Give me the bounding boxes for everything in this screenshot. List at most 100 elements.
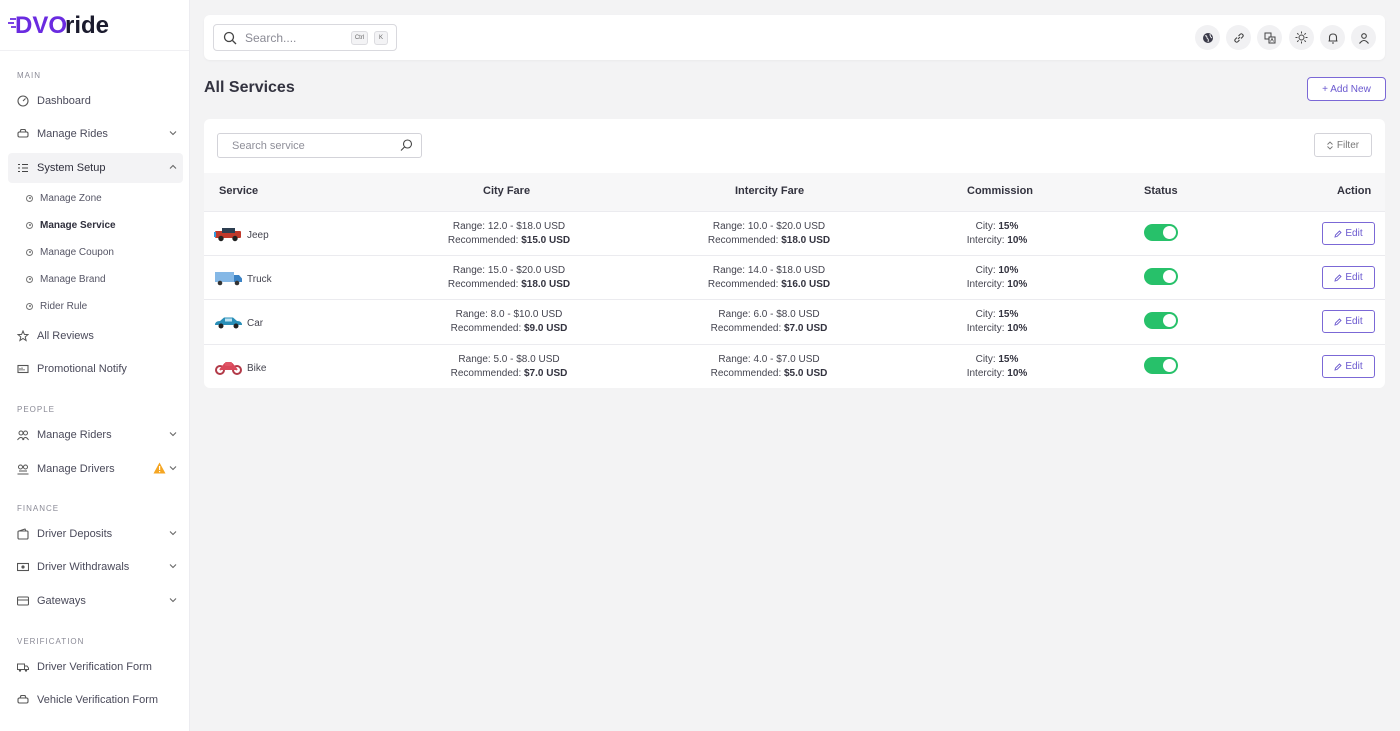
edit-button[interactable]: Edit	[1322, 222, 1375, 245]
jeep-icon	[214, 226, 243, 245]
table-row: Bike Range: 5.0 - $8.0 USD Recommended: …	[204, 344, 1385, 388]
commission-cell: City: 15% Intercity: 10%	[947, 308, 1047, 336]
sidebar-item-gateways[interactable]: Gateways	[8, 586, 183, 616]
city-range: 8.0 - $10.0 USD	[490, 309, 563, 320]
filter-button[interactable]: Filter	[1314, 133, 1372, 157]
sidebar-item-label: Promotional Notify	[37, 363, 127, 375]
add-new-button[interactable]: + Add New	[1307, 77, 1386, 101]
service-name: Bike	[247, 363, 267, 374]
table-row: Truck Range: 15.0 - $20.0 USD Recommende…	[204, 255, 1385, 299]
car-icon	[17, 694, 29, 706]
sidebar-subitem-manage-brand[interactable]: Manage Brand	[26, 269, 106, 289]
status-toggle[interactable]	[1144, 224, 1178, 241]
search-icon[interactable]	[400, 139, 413, 155]
kbd-ctrl: Ctrl	[351, 31, 368, 45]
circle-dot-icon	[26, 275, 33, 283]
status-toggle[interactable]	[1144, 312, 1178, 329]
sidebar-item-all-reviews[interactable]: All Reviews	[8, 321, 183, 351]
circle-dot-icon	[26, 221, 33, 229]
edit-button[interactable]: Edit	[1322, 266, 1375, 289]
commission-city: 15%	[998, 354, 1019, 365]
bell-icon[interactable]	[1320, 25, 1345, 50]
sort-icon	[1327, 140, 1333, 150]
sidebar-item-manage-riders[interactable]: Manage Riders	[8, 420, 183, 450]
chevron-down-icon	[168, 463, 178, 476]
status-toggle[interactable]	[1144, 357, 1178, 374]
sidebar-item-manage-drivers[interactable]: Manage Drivers	[8, 454, 183, 484]
link-icon[interactable]	[1226, 25, 1251, 50]
status-toggle[interactable]	[1144, 268, 1178, 285]
intercity-label: Intercity:	[966, 279, 1008, 290]
sidebar-item-driver-withdrawals[interactable]: Driver Withdrawals	[8, 552, 183, 582]
section-finance: FINANCE	[17, 504, 60, 513]
user-icon[interactable]	[1351, 25, 1376, 50]
commission-city: 10%	[998, 265, 1019, 276]
range-label: Range:	[458, 354, 494, 365]
range-label: Range:	[452, 221, 488, 232]
sun-icon[interactable]	[1289, 25, 1314, 50]
brand-logo[interactable]: DVO ride	[0, 0, 189, 51]
global-search[interactable]: Search.... Ctrl K	[213, 24, 397, 51]
recommended-label: Recommended:	[450, 323, 524, 334]
intercity-label: Intercity:	[966, 323, 1008, 334]
sidebar-item-label: Driver Deposits	[37, 528, 113, 540]
range-label: Range:	[712, 221, 748, 232]
service-cell: Truck	[214, 270, 272, 289]
dashboard-icon	[17, 95, 29, 107]
header-service: Service	[219, 185, 259, 197]
sidebar-item-label: Manage Riders	[37, 429, 112, 441]
card-icon	[17, 595, 29, 607]
commission-cell: City: 10% Intercity: 10%	[947, 264, 1047, 292]
sidebar-item-driver-verification-form[interactable]: Driver Verification Form	[8, 652, 183, 682]
intercity-fare-cell: Range: 10.0 - $20.0 USD Recommended: $18…	[684, 220, 854, 248]
pencil-icon	[1334, 317, 1343, 326]
subitem-label: Manage Coupon	[40, 246, 114, 258]
range-label: Range:	[718, 309, 754, 320]
city-recommended: $9.0 USD	[524, 323, 568, 334]
pencil-icon	[1334, 229, 1343, 238]
commission-intercity: 10%	[1007, 323, 1028, 334]
city-label: City:	[975, 221, 999, 232]
intercity-range: 10.0 - $20.0 USD	[747, 221, 826, 232]
sidebar-item-label: Manage Rides	[37, 128, 108, 140]
page-title: All Services	[204, 79, 295, 96]
sidebar-subitem-rider-rule[interactable]: Rider Rule	[26, 296, 87, 316]
globe-icon[interactable]	[1195, 25, 1220, 50]
translate-icon[interactable]	[1257, 25, 1282, 50]
sidebar-item-dashboard[interactable]: Dashboard	[8, 86, 183, 116]
section-people: PEOPLE	[17, 405, 56, 414]
service-search-input[interactable]: Search service	[217, 133, 422, 158]
edit-label: Edit	[1345, 228, 1363, 239]
recommended-label: Recommended:	[707, 279, 782, 290]
edit-label: Edit	[1345, 272, 1363, 283]
chevron-down-icon	[168, 595, 178, 608]
sidebar-item-vehicle-verification-form[interactable]: Vehicle Verification Form	[8, 685, 183, 715]
intercity-recommended: $16.0 USD	[781, 279, 831, 290]
sidebar-item-driver-deposits[interactable]: Driver Deposits	[8, 519, 183, 549]
edit-button[interactable]: Edit	[1322, 355, 1375, 378]
sidebar-subitem-manage-zone[interactable]: Manage Zone	[26, 188, 102, 208]
car-icon	[214, 314, 243, 333]
circle-dot-icon	[26, 302, 33, 310]
filter-label: Filter	[1336, 139, 1360, 151]
drivers-icon	[17, 463, 29, 475]
sidebar-item-label: All Reviews	[37, 330, 94, 342]
edit-button[interactable]: Edit	[1322, 310, 1375, 333]
logo-dv: DVO	[15, 12, 67, 39]
users-icon	[17, 429, 29, 441]
sidebar-subitem-manage-coupon[interactable]: Manage Coupon	[26, 242, 114, 262]
city-range: 12.0 - $18.0 USD	[487, 221, 566, 232]
car-icon	[17, 128, 29, 140]
sidebar-item-manage-rides[interactable]: Manage Rides	[8, 119, 183, 149]
commission-intercity: 10%	[1007, 235, 1028, 246]
top-bar: Search.... Ctrl K	[204, 15, 1385, 60]
sidebar-item-promotional-notify[interactable]: Promotional Notify	[8, 354, 183, 384]
city-recommended: $7.0 USD	[524, 368, 568, 379]
recommended-label: Recommended:	[450, 368, 524, 379]
service-search-placeholder: Search service	[232, 139, 305, 152]
intercity-fare-cell: Range: 4.0 - $7.0 USD Recommended: $5.0 …	[684, 353, 854, 381]
sidebar-subitem-manage-service[interactable]: Manage Service	[26, 215, 116, 235]
sidebar-item-label: Driver Verification Form	[37, 661, 152, 673]
sidebar-item-system-setup[interactable]: System Setup	[8, 153, 183, 183]
sidebar-item-label: Gateways	[37, 595, 86, 607]
